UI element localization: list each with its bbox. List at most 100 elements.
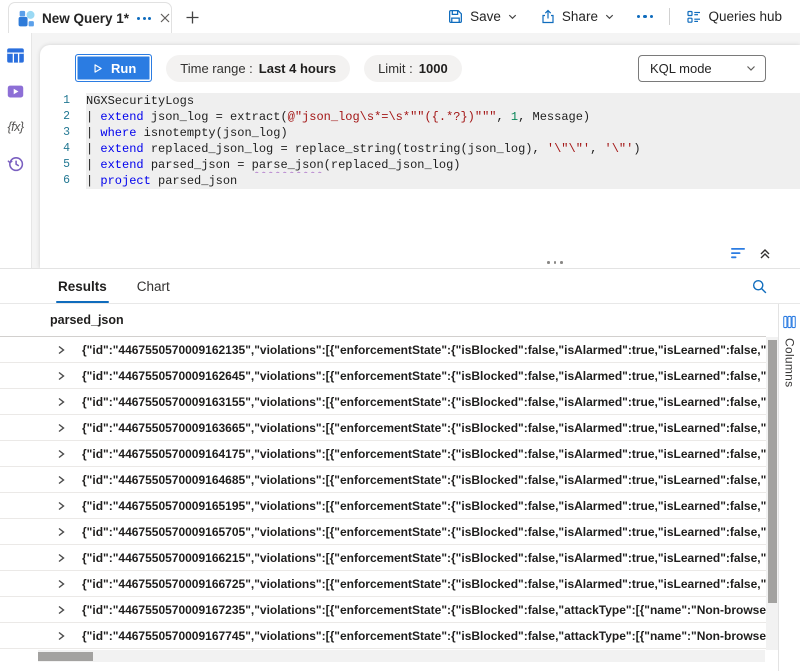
table-row[interactable]: {"id":"4467550570009162135","violations"… [0, 337, 766, 363]
row-expand-chevron-icon[interactable] [56, 501, 68, 511]
column-header-parsed-json[interactable]: parsed_json [0, 304, 766, 337]
row-expand-chevron-icon[interactable] [56, 631, 68, 641]
row-expand-chevron-icon[interactable] [56, 553, 68, 563]
vertical-scrollbar[interactable] [766, 337, 778, 650]
query-toolbar: Run Time range : Last 4 hours Limit : 10… [40, 45, 800, 91]
search-icon[interactable] [751, 278, 768, 295]
row-expand-chevron-icon[interactable] [56, 371, 68, 381]
save-label: Save [470, 9, 501, 24]
queries-hub-button[interactable]: Queries hub [680, 6, 788, 28]
row-expand-chevron-icon[interactable] [56, 475, 68, 485]
results-grid: parsed_json {"id":"4467550570009162135",… [0, 304, 800, 671]
row-expand-chevron-icon[interactable] [56, 449, 68, 459]
collapse-editor-icon[interactable] [758, 246, 772, 260]
limit-picker[interactable]: Limit : 1000 [364, 55, 462, 82]
chevron-down-icon [507, 11, 518, 22]
tab-results[interactable]: Results [56, 273, 109, 303]
share-icon [540, 9, 556, 25]
table-row[interactable]: {"id":"4467550570009163155","violations"… [0, 389, 766, 415]
divider [669, 8, 670, 25]
more-actions-button[interactable] [631, 11, 660, 23]
left-rail: {fx} [0, 33, 32, 268]
line-number: 5 [40, 157, 86, 173]
chevron-down-icon [604, 11, 615, 22]
limit-value: 1000 [419, 61, 448, 76]
code-line: 3| where isnotempty(json_log) [40, 125, 800, 141]
row-expand-chevron-icon[interactable] [56, 397, 68, 407]
query-mode-select[interactable]: KQL mode [638, 55, 766, 82]
save-button[interactable]: Save [441, 5, 524, 28]
time-range-label: Time range : [180, 61, 253, 76]
query-editor-card: Run Time range : Last 4 hours Limit : 10… [40, 45, 800, 268]
table-row[interactable]: {"id":"4467550570009167745","violations"… [0, 623, 766, 649]
table-row[interactable]: {"id":"4467550570009164685","violations"… [0, 467, 766, 493]
table-row[interactable]: {"id":"4467550570009163665","violations"… [0, 415, 766, 441]
results-panel: Results Chart parsed_json {"id":"4467550… [0, 268, 800, 671]
horizontal-scrollbar-thumb[interactable] [38, 652, 93, 661]
code-line: 5| extend parsed_json = parse_json(repla… [40, 157, 800, 173]
table-row[interactable]: {"id":"4467550570009164175","violations"… [0, 441, 766, 467]
saved-queries-icon[interactable] [5, 80, 27, 102]
time-range-picker[interactable]: Time range : Last 4 hours [166, 55, 350, 82]
queries-hub-icon [686, 9, 702, 25]
horizontal-scrollbar[interactable] [38, 650, 765, 662]
row-expand-chevron-icon[interactable] [56, 579, 68, 589]
line-number: 6 [40, 173, 86, 189]
results-header: Results Chart [0, 269, 800, 304]
row-expand-chevron-icon[interactable] [56, 345, 68, 355]
columns-panel-label: Columns [783, 338, 797, 387]
row-json-text: {"id":"4467550570009167235","violations"… [82, 603, 766, 617]
share-label: Share [562, 9, 598, 24]
line-number: 1 [40, 93, 86, 109]
top-tab-bar: New Query 1* Save Share [0, 0, 800, 33]
table-row[interactable]: {"id":"4467550570009165705","violations"… [0, 519, 766, 545]
columns-side-panel[interactable]: Columns [778, 304, 800, 671]
row-json-text: {"id":"4467550570009162645","violations"… [82, 369, 766, 383]
table-row[interactable]: {"id":"4467550570009165195","violations"… [0, 493, 766, 519]
row-json-text: {"id":"4467550570009164175","violations"… [82, 447, 766, 461]
tab-title: New Query 1* [42, 11, 129, 26]
chevron-down-icon [745, 62, 757, 74]
panel-resize-handle-icon[interactable] [547, 260, 571, 265]
line-number: 2 [40, 109, 86, 125]
table-row[interactable]: {"id":"4467550570009166215","violations"… [0, 545, 766, 571]
grid-body: {"id":"4467550570009162135","violations"… [0, 337, 800, 649]
table-row[interactable]: {"id":"4467550570009167235","violations"… [0, 597, 766, 623]
vertical-scrollbar-thumb[interactable] [768, 340, 777, 603]
share-button[interactable]: Share [534, 6, 621, 28]
table-row[interactable]: {"id":"4467550570009162645","violations"… [0, 363, 766, 389]
row-json-text: {"id":"4467550570009166725","violations"… [82, 577, 766, 591]
query-mode-value: KQL mode [650, 61, 712, 76]
play-icon [91, 62, 104, 75]
topbar-actions: Save Share Quer [441, 0, 788, 33]
tab-close-icon[interactable] [159, 12, 171, 24]
row-json-text: {"id":"4467550570009163665","violations"… [82, 421, 766, 435]
query-editor[interactable]: 1NGXSecurityLogs2| extend json_log = ext… [40, 93, 800, 189]
tab-more-icon[interactable] [135, 15, 153, 22]
columns-icon[interactable] [783, 315, 796, 329]
code-line: 4| extend replaced_json_log = replace_st… [40, 141, 800, 157]
query-history-icon[interactable] [5, 152, 27, 174]
editor-actions [731, 246, 772, 260]
query-tab[interactable]: New Query 1* [8, 2, 172, 33]
code-line: 2| extend json_log = extract(@"json_log\… [40, 109, 800, 125]
row-json-text: {"id":"4467550570009162135","violations"… [82, 343, 766, 357]
adx-query-icon [17, 9, 36, 28]
row-expand-chevron-icon[interactable] [56, 605, 68, 615]
run-button[interactable]: Run [75, 54, 152, 82]
row-json-text: {"id":"4467550570009165195","violations"… [82, 499, 766, 513]
row-json-text: {"id":"4467550570009165705","violations"… [82, 525, 766, 539]
line-number: 4 [40, 141, 86, 157]
time-range-value: Last 4 hours [259, 61, 336, 76]
code-lines: 1NGXSecurityLogs2| extend json_log = ext… [40, 93, 800, 189]
functions-icon[interactable]: {fx} [5, 116, 27, 138]
new-tab-button[interactable] [182, 7, 202, 27]
format-query-icon[interactable] [731, 247, 746, 260]
code-line: 6| project parsed_json [40, 173, 800, 189]
row-expand-chevron-icon[interactable] [56, 423, 68, 433]
table-row[interactable]: {"id":"4467550570009166725","violations"… [0, 571, 766, 597]
tables-icon[interactable] [5, 44, 27, 66]
row-json-text: {"id":"4467550570009164685","violations"… [82, 473, 766, 487]
row-expand-chevron-icon[interactable] [56, 527, 68, 537]
tab-chart[interactable]: Chart [135, 273, 172, 303]
